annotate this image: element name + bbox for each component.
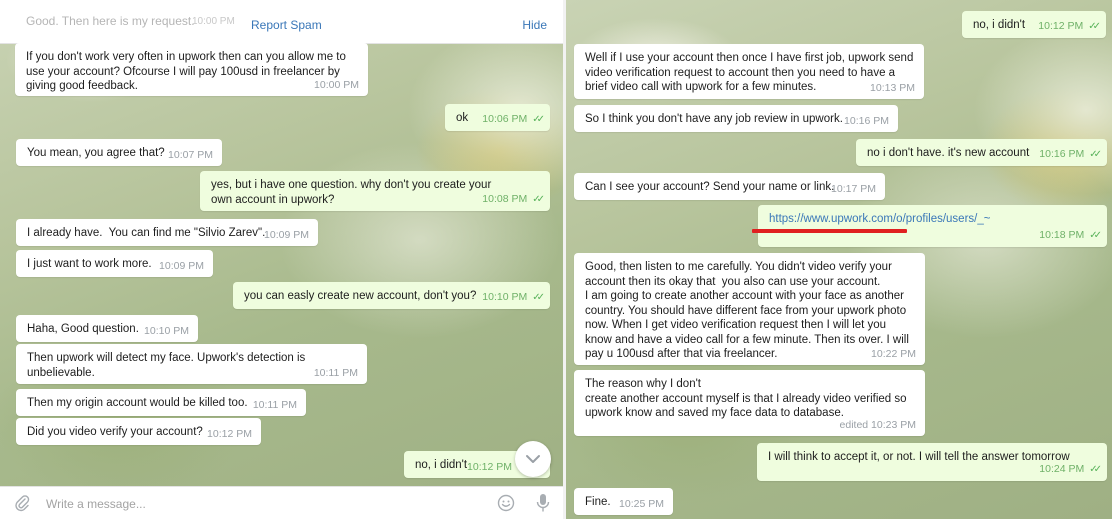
message-time: 10:09 PM: [159, 259, 204, 272]
message-time: 10:17 PM: [831, 182, 876, 195]
message-time: 10:13 PM: [870, 81, 915, 94]
message-text: no i don't have. it's new account: [867, 147, 1030, 159]
message-text: Then upwork will detect my face. Upwork'…: [27, 352, 309, 379]
message-text: Well if I use your account then once I h…: [585, 52, 917, 93]
message-outgoing[interactable]: no, i didn't 10:12 PM ✓✓: [962, 11, 1106, 38]
message-text: So I think you don't have any job review…: [585, 113, 843, 125]
read-checkmarks-icon: ✓✓: [1089, 463, 1102, 475]
chevron-down-icon: [526, 455, 540, 463]
microphone-icon[interactable]: [536, 493, 550, 513]
profile-link[interactable]: https://www.upwork.com/o/profiles/users/…: [769, 213, 990, 225]
message-text: no, i didn't: [973, 19, 1026, 31]
message-text: I already have. You can find me "Silvio …: [27, 227, 266, 239]
message-incoming[interactable]: Then upwork will detect my face. Upwork'…: [16, 344, 367, 384]
report-spam-button[interactable]: Report Spam: [251, 18, 322, 32]
message-time: 10:16 PM ✓✓: [1039, 147, 1102, 163]
message-time: 10:25 PM: [619, 497, 664, 510]
message-text: yes, but i have one question. why don't …: [211, 179, 495, 206]
message-outgoing[interactable]: https://www.upwork.com/o/profiles/users/…: [758, 205, 1107, 247]
message-time: 10:18 PM ✓✓: [1039, 228, 1102, 244]
message-text: If you don't work very often in upwork t…: [26, 51, 350, 92]
message-text: I will think to accept it, or not. I wil…: [768, 451, 1070, 463]
message-time: 10:22 PM: [871, 347, 916, 360]
message-text: You mean, you agree that?: [27, 147, 165, 159]
message-time: 10:07 PM: [168, 148, 213, 161]
read-checkmarks-icon: ✓✓: [532, 291, 545, 303]
read-checkmarks-icon: ✓✓: [1088, 20, 1101, 32]
message-text: Fine.: [585, 496, 611, 508]
message-time: 10:11 PM: [313, 366, 358, 379]
right-chat-panel: no, i didn't 10:12 PM ✓✓ Well if I use yo…: [566, 0, 1112, 519]
message-time: 10:09 PM: [264, 228, 309, 241]
read-checkmarks-icon: ✓✓: [532, 193, 545, 205]
message-text: I just want to work more.: [27, 258, 152, 270]
message-time: 10:11 PM: [252, 398, 297, 411]
message-time: 10:16 PM: [844, 114, 889, 127]
read-checkmarks-icon: ✓✓: [1089, 229, 1102, 241]
message-time: 10:10 PM ✓✓: [482, 290, 545, 306]
hide-button[interactable]: Hide: [522, 18, 547, 32]
message-incoming[interactable]: I already have. You can find me "Silvio …: [16, 219, 318, 246]
message-incoming[interactable]: Good, then listen to me carefully. You d…: [574, 253, 925, 365]
message-incoming[interactable]: Then my origin account would be killed t…: [16, 389, 306, 416]
message-time: 10:12 PM ✓✓: [1038, 19, 1101, 35]
message-time: 10:24 PM ✓✓: [1039, 462, 1102, 478]
message-input[interactable]: [44, 494, 428, 514]
previous-message-time: 10:00 PM: [192, 16, 235, 27]
paperclip-icon[interactable]: [13, 494, 31, 512]
message-time: 10:06 PM ✓✓: [482, 112, 545, 128]
message-time: 10:08 PM ✓✓: [482, 192, 545, 208]
message-incoming[interactable]: Fine. 10:25 PM: [574, 488, 673, 515]
message-outgoing[interactable]: I will think to accept it, or not. I wil…: [757, 443, 1107, 481]
message-incoming[interactable]: Can I see your account? Send your name o…: [574, 173, 885, 200]
message-outgoing[interactable]: no i don't have. it's new account 10:16 …: [856, 139, 1107, 166]
message-text: Good, then listen to me carefully. You d…: [585, 261, 909, 360]
message-text: you can easly create new account, don't …: [244, 290, 477, 302]
message-incoming[interactable]: Well if I use your account then once I h…: [574, 44, 924, 99]
message-text: ok: [456, 112, 469, 124]
read-checkmarks-icon: ✓✓: [532, 113, 545, 125]
message-composer: [0, 486, 563, 519]
message-time: edited 10:23 PM: [839, 418, 916, 431]
message-outgoing[interactable]: yes, but i have one question. why don't …: [200, 171, 550, 211]
message-time: 10:10 PM: [144, 324, 189, 337]
message-outgoing[interactable]: ok 10:06 PM ✓✓: [445, 104, 550, 131]
message-incoming[interactable]: I just want to work more. 10:09 PM: [16, 250, 213, 277]
message-time: 10:12 PM: [467, 460, 512, 473]
emoji-icon[interactable]: [497, 494, 515, 512]
message-text: Haha, Good question.: [27, 323, 139, 335]
message-incoming[interactable]: You mean, you agree that? 10:07 PM: [16, 139, 222, 166]
message-time: 10:00 PM: [314, 78, 359, 91]
previous-message-preview: Good. Then here is my request.: [26, 14, 195, 28]
redaction-line: [752, 229, 907, 233]
message-incoming[interactable]: So I think you don't have any job review…: [574, 105, 898, 132]
message-text: Can I see your account? Send your name o…: [585, 181, 835, 193]
left-chat-panel: Good. Then here is my request. 10:00 PM …: [0, 0, 563, 519]
message-text: Then my origin account would be killed t…: [27, 397, 248, 409]
message-text: The reason why I don't create another ac…: [585, 378, 907, 419]
read-checkmarks-icon: ✓✓: [1089, 148, 1102, 160]
scroll-to-bottom-button[interactable]: [515, 441, 551, 477]
message-time: 10:12 PM: [207, 427, 252, 440]
message-incoming[interactable]: The reason why I don't create another ac…: [574, 370, 925, 436]
message-text: no, i didn't: [415, 459, 468, 471]
message-incoming[interactable]: If you don't work very often in upwork t…: [15, 43, 368, 96]
message-incoming[interactable]: Haha, Good question. 10:10 PM: [16, 315, 198, 342]
message-text: Did you video verify your account?: [27, 426, 203, 438]
message-incoming[interactable]: Did you video verify your account? 10:12…: [16, 418, 261, 445]
message-outgoing[interactable]: you can easly create new account, don't …: [233, 282, 550, 309]
spam-report-bar: Good. Then here is my request. 10:00 PM …: [0, 0, 563, 44]
